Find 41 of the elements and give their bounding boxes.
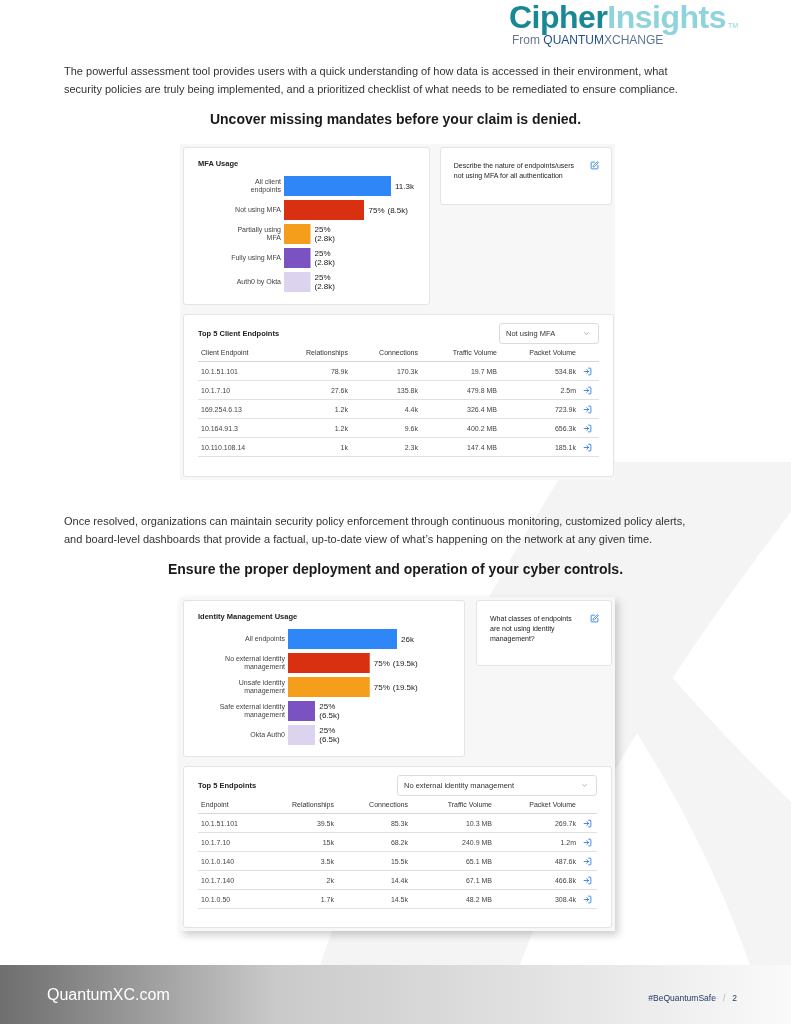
- bar-value-label: (6.5k): [319, 711, 340, 720]
- logo-tagline: From QUANTUMXCHANGE: [512, 34, 664, 46]
- bar-value-label: (6.5k): [319, 735, 340, 744]
- login-icon[interactable]: [583, 894, 592, 904]
- page-number: 2: [732, 992, 737, 1003]
- intro-paragraph: Once resolved, organizations can maintain security policy enforcement through continuous monitoring, customized policy alerts, and board-level dashboards that provide a factual, up-to-date view of what’s happening on the network at any given time.: [64, 514, 687, 547]
- hashtag-text: #BeQuantumSafe: [648, 992, 716, 1003]
- login-icon[interactable]: [583, 404, 592, 414]
- login-icon[interactable]: [583, 423, 592, 433]
- bar-value-label: 26k: [401, 634, 414, 644]
- bar-share-label: 75%: [373, 682, 390, 692]
- section-heading: Uncover missing mandates before your claim is denied.: [209, 110, 582, 128]
- login-icon[interactable]: [583, 385, 592, 395]
- login-icon[interactable]: [583, 442, 592, 452]
- edit-icon[interactable]: [590, 161, 599, 170]
- login-icon[interactable]: [583, 366, 592, 376]
- bar-value-label: (2.8k): [314, 258, 335, 267]
- bar-value-label: (8.5k): [387, 205, 408, 215]
- bar-share-label: 25%: [319, 702, 336, 711]
- bar-share-label: 25%: [314, 273, 331, 282]
- separator-text: /: [722, 992, 726, 1003]
- bar-value-label: 11.3k: [395, 181, 414, 191]
- bar-share-label: 25%: [319, 726, 336, 735]
- bar-share-label: 25%: [314, 249, 331, 258]
- bar-share-label: 75%: [373, 658, 390, 668]
- bar-value-label: (19.5k): [392, 682, 418, 692]
- login-icon[interactable]: [583, 856, 592, 866]
- bar-value-label: (2.8k): [314, 282, 335, 291]
- bar-value-label: (19.5k): [392, 658, 418, 668]
- intro-paragraph: The powerful assessment tool provides users with a quick understanding of how data is accessed in their environment, what security policies are truly being implemented, and a prioritized checklist of what needs to be remediated to ensure compliance.: [64, 64, 679, 97]
- bar-share-label: 75%: [368, 205, 385, 215]
- login-icon[interactable]: [583, 875, 592, 885]
- bar-share-label: 25%: [314, 225, 331, 234]
- login-icon[interactable]: [583, 837, 592, 847]
- website-address: QuantumXC.com: [47, 985, 170, 1004]
- section-heading: Ensure the proper deployment and operation of your cyber controls.: [167, 560, 624, 578]
- login-icon[interactable]: [583, 818, 592, 828]
- edit-icon[interactable]: [590, 614, 599, 623]
- chevron-down-icon: [583, 330, 590, 337]
- chevron-down-icon: [581, 782, 588, 789]
- bar-value-label: (2.8k): [314, 234, 335, 243]
